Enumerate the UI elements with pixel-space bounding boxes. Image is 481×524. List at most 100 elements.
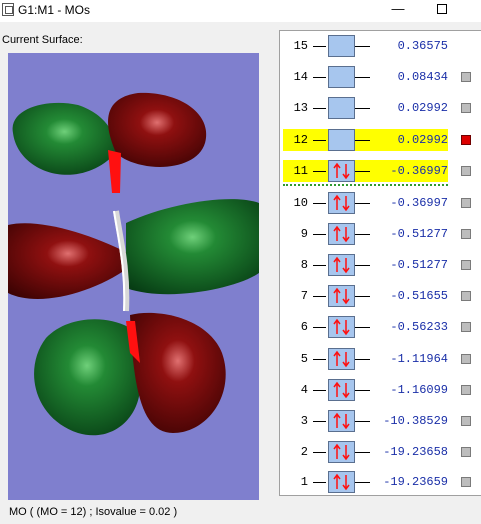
level-line-left: [313, 77, 326, 78]
mo-number: 12: [293, 133, 308, 147]
upper-left-green-lobe: [12, 102, 117, 175]
orbital-box[interactable]: [328, 471, 355, 493]
level-line-left: [313, 265, 326, 266]
mo-energy: -0.56233: [390, 320, 448, 334]
level-line-left: [313, 140, 326, 141]
electron-pair-icon: [333, 194, 350, 212]
mo-list[interactable]: 15 0.36575 14 0.08434 13 0.02992 12 0.02992 11 -0…: [279, 30, 481, 496]
mo-energy: -0.51277: [390, 258, 448, 272]
mo-row-9[interactable]: 9 -0.51277: [280, 223, 481, 245]
electron-pair-icon: [333, 287, 350, 305]
level-line-left: [313, 359, 326, 360]
visualize-checkbox[interactable]: [461, 291, 471, 301]
mo-row-4[interactable]: 4 -1.16099: [280, 379, 481, 401]
level-line-left: [313, 296, 326, 297]
orbital-box[interactable]: [328, 35, 355, 57]
status-line: MO ( (MO = 12) ; Isovalue = 0.02 ): [9, 506, 178, 518]
electron-pair-icon: [333, 473, 350, 491]
mo-number: 1: [300, 475, 308, 489]
level-line-left: [313, 234, 326, 235]
maximize-button[interactable]: [422, 0, 462, 22]
upper-right-red-lobe: [108, 92, 207, 167]
orbital-box[interactable]: [328, 160, 355, 182]
mo-row-2[interactable]: 2 -19.23658: [280, 441, 481, 463]
middle-right-green-lobe: [126, 199, 259, 295]
lower-left-green-lobe: [34, 319, 140, 436]
maximize-icon: [437, 4, 447, 14]
mo-row-3[interactable]: 3 -10.38529: [280, 410, 481, 432]
orbital-box[interactable]: [328, 192, 355, 214]
electron-pair-icon: [333, 256, 350, 274]
visualize-checkbox[interactable]: [461, 166, 471, 176]
orbital-surface-view[interactable]: [8, 53, 259, 500]
orbital-surface-graphic: [8, 92, 259, 436]
orbital-box[interactable]: [328, 410, 355, 432]
title-bar: G1:M1 - MOs —: [0, 0, 481, 22]
mo-number: 4: [300, 383, 308, 397]
orbital-box[interactable]: [328, 285, 355, 307]
visualize-checkbox[interactable]: [461, 385, 471, 395]
orbital-box[interactable]: [328, 441, 355, 463]
orbital-box[interactable]: [328, 348, 355, 370]
mo-row-11[interactable]: 11 -0.36997: [280, 160, 481, 182]
mo-energy: -19.23658: [383, 445, 448, 459]
middle-left-red-lobe: [8, 223, 128, 299]
orbital-box[interactable]: [328, 254, 355, 276]
mo-row-10[interactable]: 10 -0.36997: [280, 192, 481, 214]
visualize-checkbox[interactable]: [461, 477, 471, 487]
minimize-button[interactable]: —: [378, 0, 418, 22]
mo-number: 13: [293, 101, 308, 115]
mo-row-1[interactable]: 1 -19.23659: [280, 471, 481, 493]
mo-number: 8: [300, 258, 308, 272]
homo-lumo-separator: [283, 184, 448, 186]
mo-number: 7: [300, 289, 308, 303]
lower-right-red-lobe: [130, 312, 226, 433]
level-line-left: [313, 108, 326, 109]
mo-number: 3: [300, 414, 308, 428]
visualize-checkbox[interactable]: [461, 198, 471, 208]
mo-energy: 0.02992: [397, 133, 448, 147]
level-line-left: [313, 452, 326, 453]
mo-number: 11: [293, 164, 308, 178]
electron-pair-icon: [333, 350, 350, 368]
mo-energy: 0.02992: [397, 101, 448, 115]
visualize-checkbox[interactable]: [461, 447, 471, 457]
mo-energy: -0.36997: [390, 196, 448, 210]
mo-row-14[interactable]: 14 0.08434: [280, 66, 481, 88]
visualize-checkbox[interactable]: [461, 72, 471, 82]
upper-red-fragment: [108, 150, 121, 193]
visualize-checkbox[interactable]: [461, 416, 471, 426]
orbital-box[interactable]: [328, 97, 355, 119]
mo-energy: -0.51655: [390, 289, 448, 303]
orbital-box[interactable]: [328, 66, 355, 88]
mo-energy: 0.08434: [397, 70, 448, 84]
visualize-checkbox[interactable]: [461, 135, 471, 145]
visualize-checkbox[interactable]: [461, 260, 471, 270]
mo-row-6[interactable]: 6 -0.56233: [280, 316, 481, 338]
level-line-left: [313, 327, 326, 328]
orbital-box[interactable]: [328, 223, 355, 245]
mo-number: 2: [300, 445, 308, 459]
visualize-checkbox[interactable]: [461, 229, 471, 239]
visualize-checkbox[interactable]: [461, 354, 471, 364]
mo-number: 14: [293, 70, 308, 84]
level-line-left: [313, 482, 326, 483]
mo-row-12[interactable]: 12 0.02992: [280, 129, 481, 151]
mo-number: 15: [293, 39, 308, 53]
mo-row-15[interactable]: 15 0.36575: [280, 35, 481, 57]
orbital-box[interactable]: [328, 129, 355, 151]
mo-row-5[interactable]: 5 -1.11964: [280, 348, 481, 370]
mo-energy: 0.36575: [397, 39, 448, 53]
orbital-box[interactable]: [328, 379, 355, 401]
visualize-checkbox[interactable]: [461, 322, 471, 332]
orbital-box[interactable]: [328, 316, 355, 338]
mo-energy: -0.36997: [390, 164, 448, 178]
app-icon: [2, 3, 14, 16]
visualize-checkbox[interactable]: [461, 103, 471, 113]
mo-row-13[interactable]: 13 0.02992: [280, 97, 481, 119]
mo-row-7[interactable]: 7 -0.51655: [280, 285, 481, 307]
level-line-left: [313, 390, 326, 391]
mo-row-8[interactable]: 8 -0.51277: [280, 254, 481, 276]
mo-energy: -0.51277: [390, 227, 448, 241]
level-line-left: [313, 171, 326, 172]
